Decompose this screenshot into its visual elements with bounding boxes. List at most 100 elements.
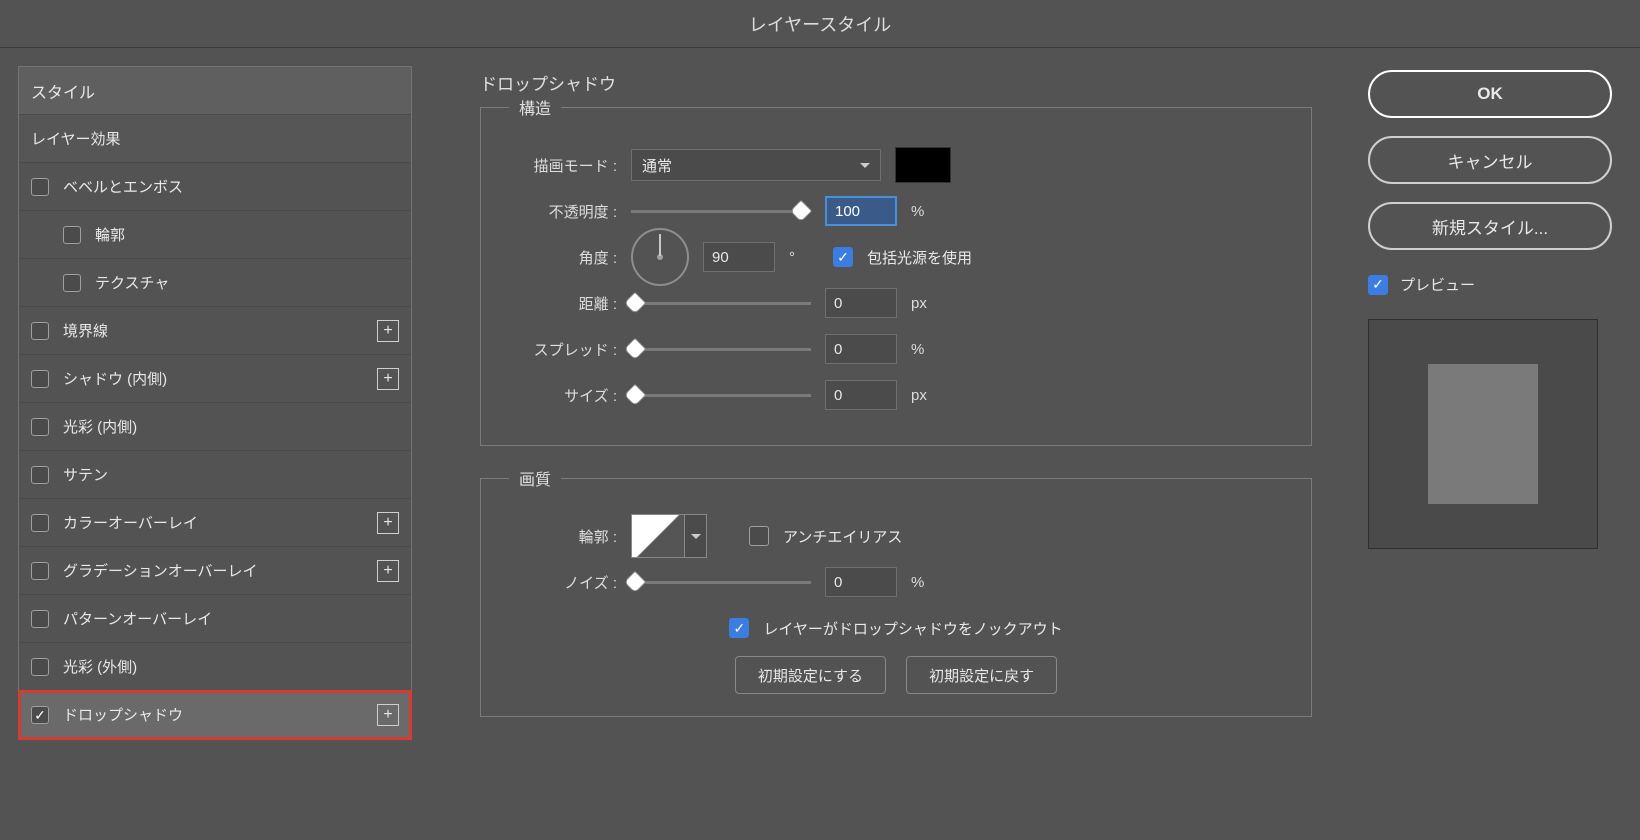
drop-shadow-panel: ドロップシャドウ 構造 描画モード : 通常 不透明度 : 10 (480, 70, 1312, 737)
style-item-5[interactable]: 光彩 (内側) (19, 403, 411, 451)
spread-input[interactable]: 0 (825, 334, 897, 364)
style-item-label: カラーオーバーレイ (63, 512, 377, 533)
style-item-checkbox[interactable] (31, 370, 49, 388)
make-default-button[interactable]: 初期設定にする (735, 656, 886, 694)
opacity-row: 不透明度 : 100 % (509, 193, 1283, 229)
add-effect-button[interactable]: + (377, 320, 399, 342)
quality-group: 画質 輪郭 : アンチエイリアス ノイズ : 0 % (480, 466, 1312, 717)
noise-slider[interactable] (631, 572, 811, 592)
style-item-checkbox[interactable] (63, 226, 81, 244)
style-item-checkbox[interactable] (63, 274, 81, 292)
size-row: サイズ : 0 px (509, 377, 1283, 413)
panel-title: ドロップシャドウ (480, 70, 624, 95)
opacity-input[interactable]: 100 (825, 196, 897, 226)
preview-row: プレビュー (1368, 274, 1612, 295)
spread-row: スプレッド : 0 % (509, 331, 1283, 367)
global-light-checkbox[interactable] (833, 247, 853, 267)
quality-legend: 画質 (509, 466, 561, 490)
style-item-label: シャドウ (内側) (63, 368, 377, 389)
size-slider[interactable] (631, 385, 811, 405)
preview-checkbox[interactable] (1368, 275, 1388, 295)
center-panel: ドロップシャドウ 構造 描画モード : 通常 不透明度 : 10 (430, 48, 1340, 840)
layer-effects-label: レイヤー効果 (31, 128, 399, 149)
noise-input[interactable]: 0 (825, 567, 897, 597)
add-effect-button[interactable]: + (377, 512, 399, 534)
opacity-unit: % (911, 203, 941, 220)
right-panel: OK キャンセル 新規スタイル... プレビュー (1340, 48, 1640, 840)
style-item-8[interactable]: グラデーションオーバーレイ+ (19, 547, 411, 595)
angle-input[interactable]: 90 (703, 242, 775, 272)
blend-mode-value: 通常 (642, 155, 672, 176)
style-item-2[interactable]: テクスチャ (19, 259, 411, 307)
main-area: スタイル レイヤー効果 ベベルとエンボス輪郭テクスチャ境界線+シャドウ (内側)… (0, 48, 1640, 840)
new-style-button[interactable]: 新規スタイル... (1368, 202, 1612, 250)
style-item-checkbox[interactable] (31, 706, 49, 724)
style-item-checkbox[interactable] (31, 322, 49, 340)
reset-default-button[interactable]: 初期設定に戻す (906, 656, 1057, 694)
style-item-label: ドロップシャドウ (63, 704, 377, 725)
ok-button[interactable]: OK (1368, 70, 1612, 118)
style-item-label: 光彩 (外側) (63, 656, 399, 677)
structure-legend: 構造 (509, 95, 561, 119)
layer-effects-row[interactable]: レイヤー効果 (19, 115, 411, 163)
style-item-label: グラデーションオーバーレイ (63, 560, 377, 581)
style-item-0[interactable]: ベベルとエンボス (19, 163, 411, 211)
spread-slider[interactable] (631, 339, 811, 359)
add-effect-button[interactable]: + (377, 704, 399, 726)
blend-mode-row: 描画モード : 通常 (509, 147, 1283, 183)
chevron-down-icon (691, 528, 701, 545)
distance-unit: px (911, 295, 941, 312)
style-item-3[interactable]: 境界線+ (19, 307, 411, 355)
antialias-checkbox[interactable] (749, 526, 769, 546)
contour-picker[interactable] (631, 514, 685, 558)
style-item-1[interactable]: 輪郭 (19, 211, 411, 259)
opacity-label: 不透明度 : (509, 201, 617, 222)
angle-row: 角度 : 90 ° 包括光源を使用 (509, 239, 1283, 275)
style-item-label: パターンオーバーレイ (63, 608, 399, 629)
style-item-checkbox[interactable] (31, 610, 49, 628)
blend-mode-label: 描画モード : (509, 155, 617, 176)
angle-dial[interactable] (631, 228, 689, 286)
styles-header[interactable]: スタイル (19, 67, 411, 115)
style-item-checkbox[interactable] (31, 514, 49, 532)
styles-list: スタイル レイヤー効果 ベベルとエンボス輪郭テクスチャ境界線+シャドウ (内側)… (18, 66, 412, 740)
preview-thumbnail (1368, 319, 1598, 549)
cancel-button[interactable]: キャンセル (1368, 136, 1612, 184)
style-item-checkbox[interactable] (31, 562, 49, 580)
style-item-9[interactable]: パターンオーバーレイ (19, 595, 411, 643)
style-item-label: サテン (63, 464, 399, 485)
style-item-checkbox[interactable] (31, 178, 49, 196)
add-effect-button[interactable]: + (377, 368, 399, 390)
knockout-checkbox[interactable] (729, 618, 749, 638)
global-light-label: 包括光源を使用 (867, 247, 972, 268)
style-item-10[interactable]: 光彩 (外側) (19, 643, 411, 691)
style-item-checkbox[interactable] (31, 466, 49, 484)
distance-input[interactable]: 0 (825, 288, 897, 318)
style-item-label: テクスチャ (95, 272, 399, 293)
antialias-label: アンチエイリアス (783, 526, 902, 547)
add-effect-button[interactable]: + (377, 560, 399, 582)
contour-label: 輪郭 : (509, 526, 617, 547)
style-item-checkbox[interactable] (31, 418, 49, 436)
style-item-4[interactable]: シャドウ (内側)+ (19, 355, 411, 403)
distance-slider[interactable] (631, 293, 811, 313)
contour-row: 輪郭 : アンチエイリアス (509, 518, 1283, 554)
structure-group: 構造 描画モード : 通常 不透明度 : 100 % (480, 95, 1312, 446)
blend-mode-dropdown[interactable]: 通常 (631, 149, 881, 181)
opacity-slider[interactable] (631, 201, 811, 221)
size-unit: px (911, 387, 941, 404)
contour-dropdown[interactable] (685, 514, 707, 558)
style-item-6[interactable]: サテン (19, 451, 411, 499)
size-input[interactable]: 0 (825, 380, 897, 410)
style-item-7[interactable]: カラーオーバーレイ+ (19, 499, 411, 547)
chevron-down-icon (860, 157, 870, 174)
shadow-color-swatch[interactable] (895, 147, 951, 183)
knockout-row: レイヤーがドロップシャドウをノックアウト (509, 610, 1283, 646)
left-panel: スタイル レイヤー効果 ベベルとエンボス輪郭テクスチャ境界線+シャドウ (内側)… (0, 48, 430, 840)
style-item-checkbox[interactable] (31, 658, 49, 676)
noise-label: ノイズ : (509, 572, 617, 593)
style-item-label: 光彩 (内側) (63, 416, 399, 437)
angle-unit: ° (789, 249, 819, 266)
style-item-11[interactable]: ドロップシャドウ+ (19, 691, 411, 739)
style-item-label: 境界線 (63, 320, 377, 341)
